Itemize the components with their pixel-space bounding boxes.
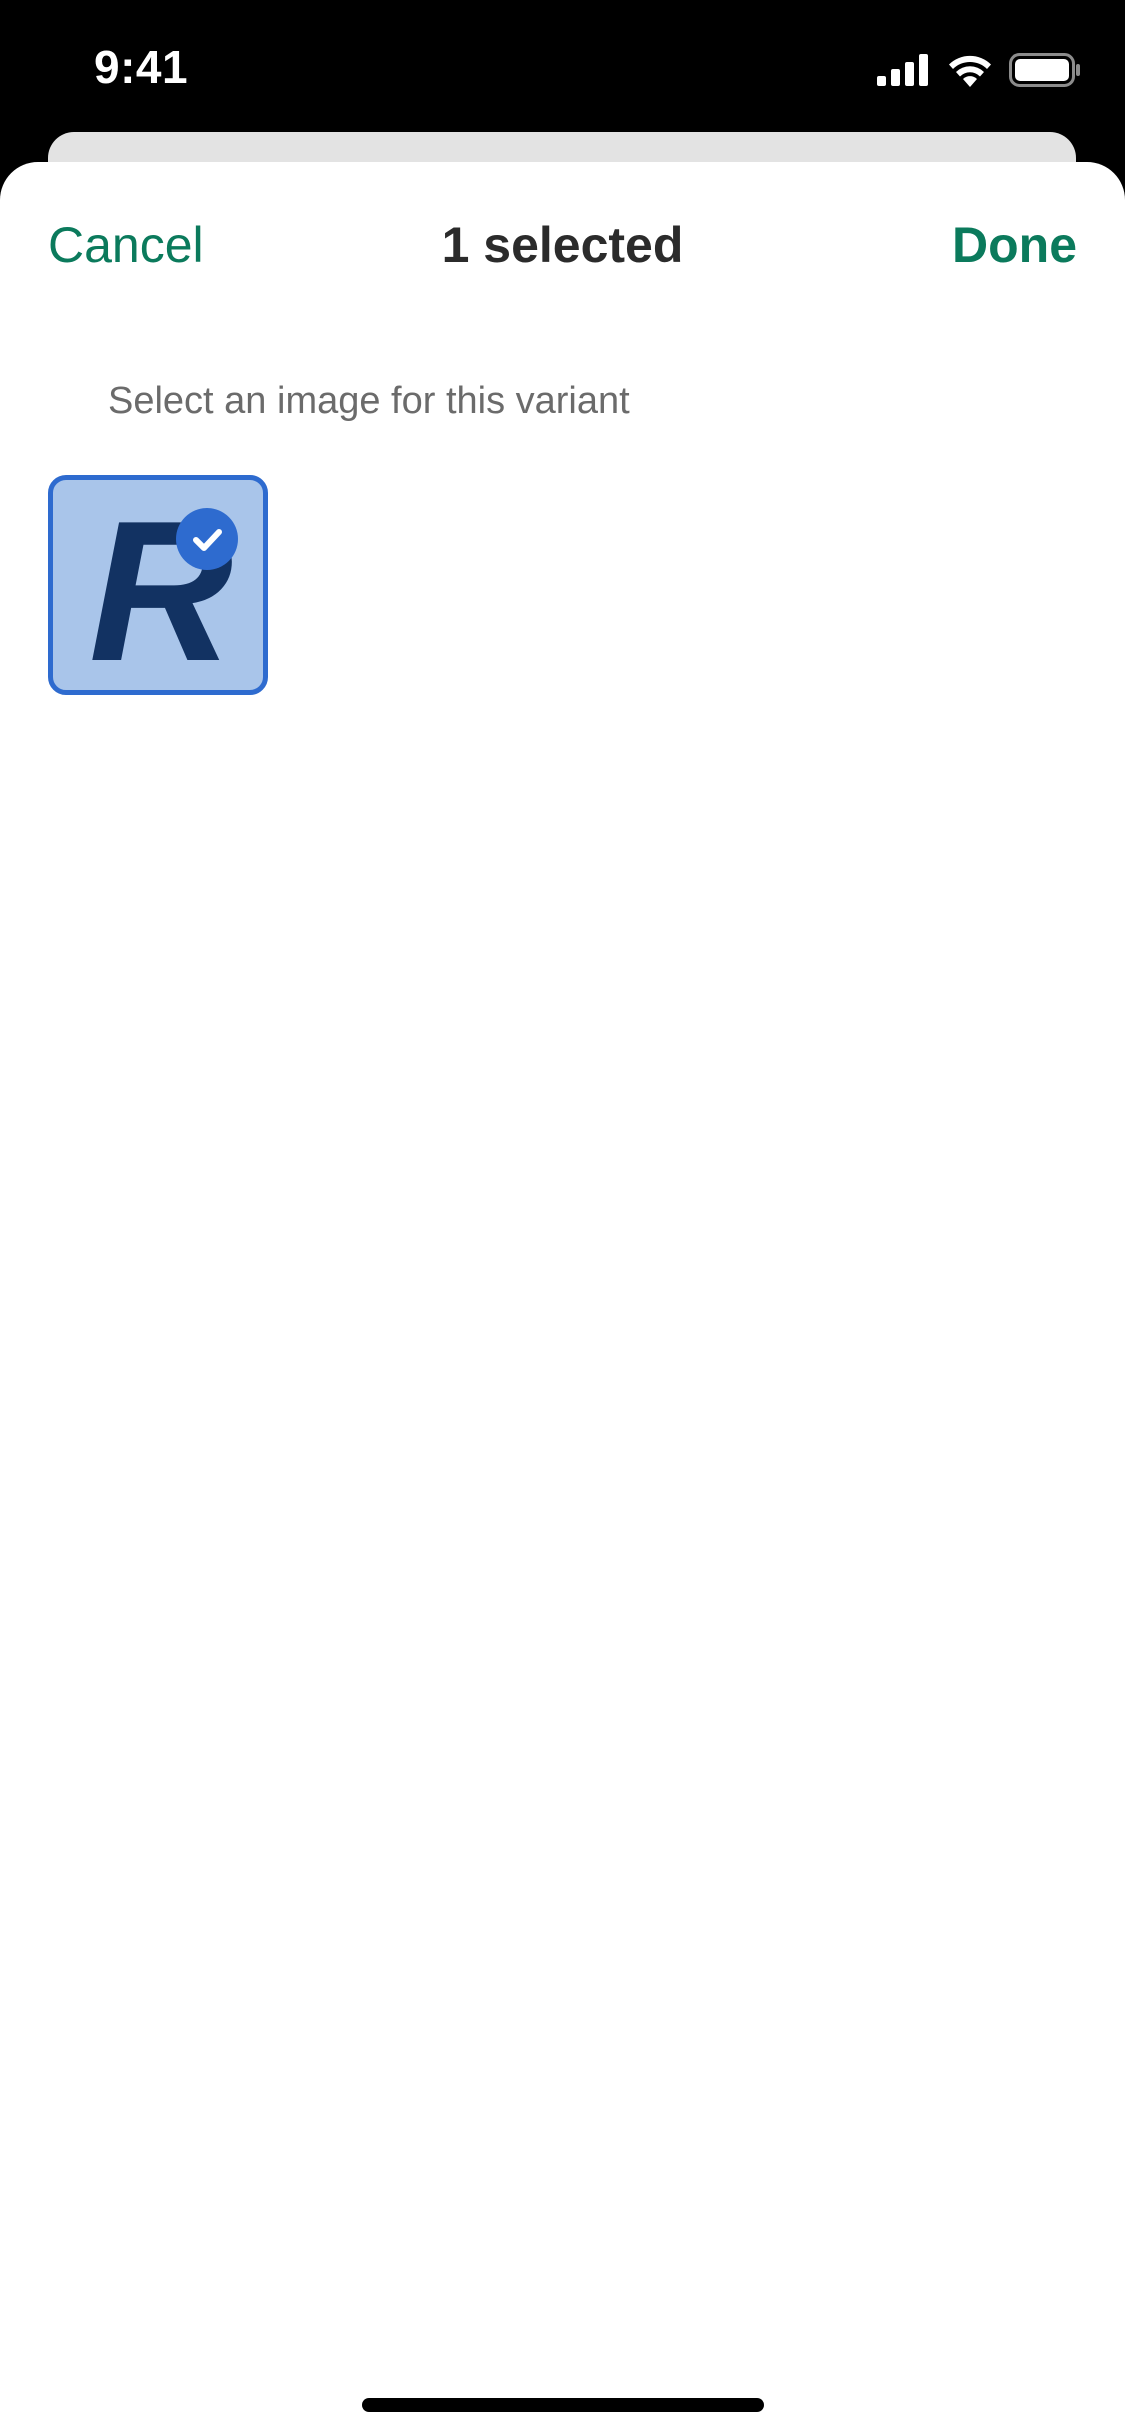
status-icons <box>877 50 1081 90</box>
image-tile-selected[interactable]: R <box>48 475 268 695</box>
checkmark-icon <box>176 508 238 570</box>
home-indicator[interactable] <box>362 2398 764 2412</box>
status-bar: 9:41 <box>0 0 1125 132</box>
wifi-icon <box>949 55 991 87</box>
nav-bar: Cancel 1 selected Done <box>0 162 1125 330</box>
battery-icon <box>1009 53 1080 87</box>
cellular-signal-icon <box>877 54 928 86</box>
status-time: 9:41 <box>94 41 189 93</box>
done-button[interactable]: Done <box>952 216 1077 274</box>
image-picker-screen: 9:41 Cancel 1 selected Done Select an im… <box>0 0 1125 2436</box>
instruction-text: Select an image for this variant <box>108 380 630 422</box>
image-picker-sheet: Cancel 1 selected Done Select an image f… <box>0 162 1125 2436</box>
